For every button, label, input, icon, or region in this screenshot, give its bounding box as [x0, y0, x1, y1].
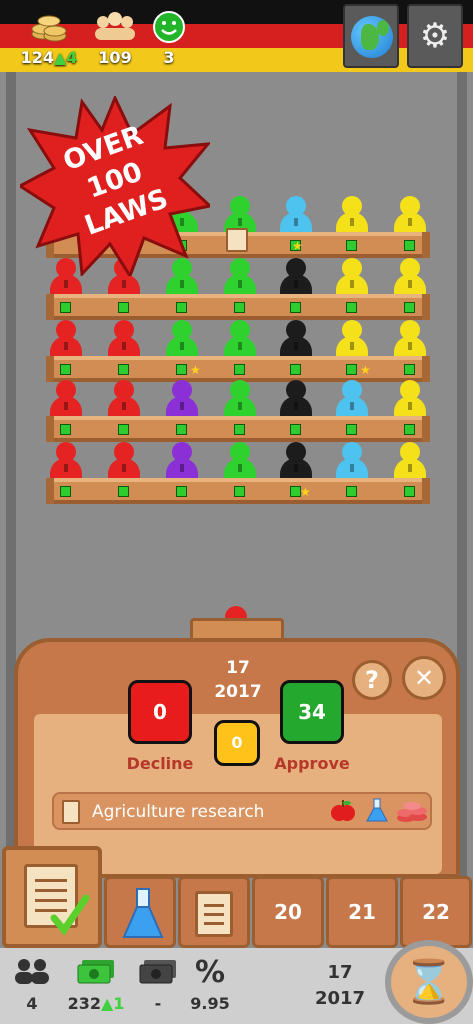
tab-turn-20[interactable]: 20 [252, 876, 324, 948]
approve-vote-marker [346, 364, 357, 375]
smiley-icon [134, 10, 204, 44]
coins-icon [14, 10, 84, 44]
approve-vote-marker [346, 240, 357, 251]
star-icon: ★ [190, 363, 201, 377]
decline-label: Decline [126, 754, 194, 773]
tab-turn-22[interactable]: 22 [400, 876, 472, 948]
coins-up-arrow-icon: ▲ [53, 48, 67, 67]
law-name: Agriculture research [92, 802, 265, 822]
star-icon: ★ [360, 363, 371, 377]
approve-vote-marker [346, 302, 357, 313]
coins-stack-icon [396, 798, 428, 831]
approve-vote-marker [404, 424, 415, 435]
tab-proposals[interactable] [178, 876, 250, 948]
approve-vote-marker [118, 302, 129, 313]
tab-laws[interactable] [2, 846, 102, 948]
checkmark-icon [50, 894, 90, 936]
globe-icon [351, 16, 393, 58]
turn-year: 2017 [214, 682, 262, 702]
law-document-icon [226, 228, 248, 252]
flask-icon [122, 888, 164, 938]
approve-vote-marker [290, 302, 301, 313]
approve-vote-marker [346, 424, 357, 435]
hourglass-icon: ⌛ [402, 957, 456, 1006]
approve-vote-marker [176, 302, 187, 313]
approve-vote-marker [404, 486, 415, 497]
tab-turn-21[interactable]: 21 [326, 876, 398, 948]
percent-icon: % [194, 955, 226, 990]
coins-stat: 124▲4 [14, 10, 84, 67]
apple-icon [330, 798, 356, 831]
turn-indicator: 17 2017 [198, 656, 278, 704]
happiness-stat: 3 [134, 10, 204, 67]
approve-vote-marker [176, 364, 187, 375]
help-button[interactable]: ? [352, 660, 392, 700]
approve-vote-marker [118, 486, 129, 497]
approve-vote-marker [118, 424, 129, 435]
bottom-turn-year: 2017 [314, 988, 366, 1009]
approve-vote-marker [404, 364, 415, 375]
document-icon [62, 800, 80, 824]
interest-stat: % 9.95 [170, 955, 250, 1014]
approve-vote-marker [234, 486, 245, 497]
world-map-button[interactable] [343, 4, 399, 68]
star-icon: ★ [300, 485, 311, 499]
approve-vote-marker [176, 486, 187, 497]
approve-vote-marker [176, 424, 187, 435]
approve-vote-marker [290, 424, 301, 435]
approve-vote-marker [404, 240, 415, 251]
turn-display: 17 2017 [300, 960, 380, 1012]
settings-button[interactable]: ⚙ [407, 4, 463, 68]
approve-label: Approve [274, 754, 350, 773]
approve-vote-marker [234, 424, 245, 435]
flask-icon [364, 798, 390, 831]
approve-vote-marker [234, 302, 245, 313]
turn-number: 17 [226, 658, 250, 678]
top-status-bar: 124▲4 109 3 ⚙ [0, 0, 473, 72]
approve-vote-marker [60, 302, 71, 313]
tab-research[interactable] [104, 876, 176, 948]
approve-vote-marker [118, 364, 129, 375]
approve-vote-marker [60, 486, 71, 497]
end-turn-button[interactable]: ⌛ [385, 940, 473, 1024]
approve-vote-marker [234, 364, 245, 375]
approve-count-box[interactable]: 34 [280, 680, 344, 744]
close-button[interactable]: ✕ [402, 656, 446, 700]
coins-value: 124 [20, 48, 54, 67]
decline-count-box[interactable]: 0 [128, 680, 192, 744]
document-icon [195, 891, 233, 937]
gears-icon: ⚙ [419, 16, 451, 56]
over-100-laws-badge: OVER 100 LAWS [20, 96, 210, 276]
law-row[interactable]: Agriculture research [52, 792, 432, 830]
approve-vote-marker [290, 364, 301, 375]
money-value: 232 [67, 994, 101, 1013]
approve-vote-marker [60, 364, 71, 375]
game-screen: 124▲4 109 3 ⚙ ★ ★ ★ ★ OVER 100 LAWS 17 2… [0, 0, 473, 1024]
interest-value: 9.95 [190, 994, 230, 1013]
approve-vote-marker [60, 424, 71, 435]
vote-panel: 17 2017 ? ✕ 0 Decline 0 34 Approve Agric… [14, 638, 460, 878]
star-icon: ★ [292, 239, 303, 253]
coins-delta: 4 [66, 48, 78, 67]
happiness-value: 3 [163, 48, 175, 67]
approve-vote-marker [404, 302, 415, 313]
bottom-turn-number: 17 [327, 962, 353, 983]
approve-vote-marker [346, 486, 357, 497]
abstain-count-box[interactable]: 0 [214, 720, 260, 766]
money-up-arrow-icon: ▲ [100, 994, 114, 1013]
